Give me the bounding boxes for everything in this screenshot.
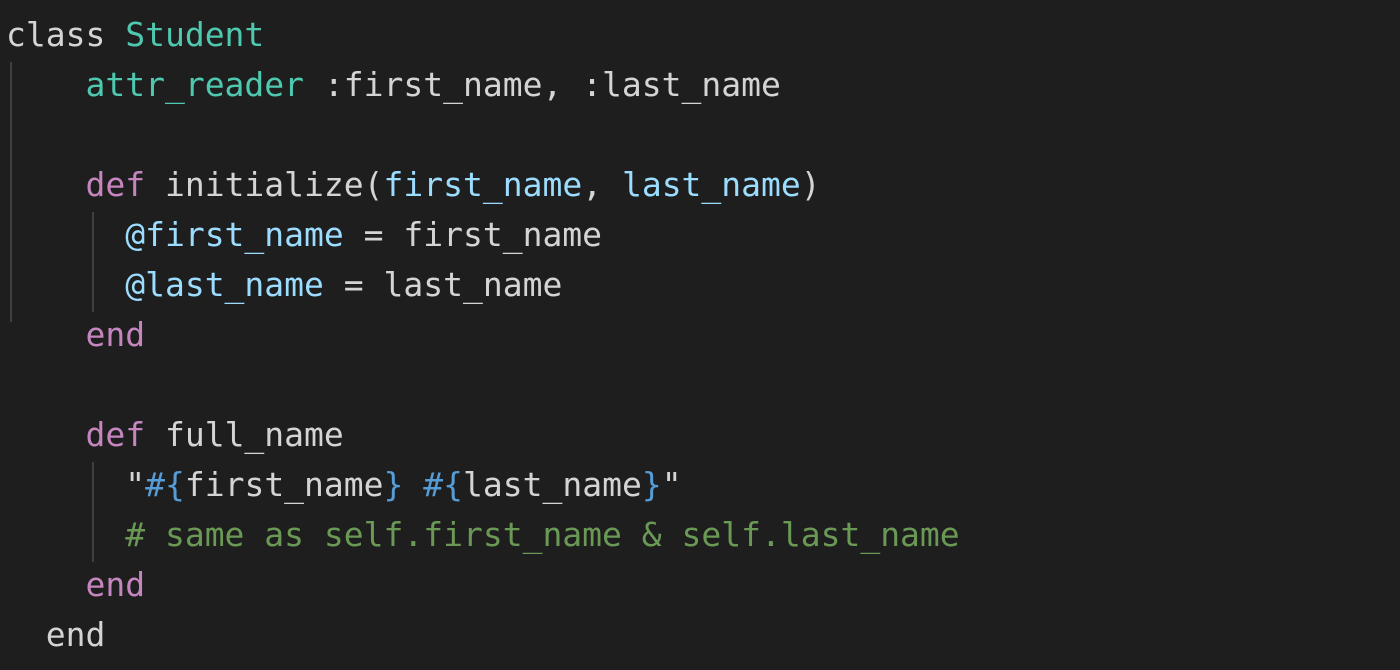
code-token: def [85, 165, 146, 204]
code-line[interactable]: @last_name = last_name [6, 260, 562, 310]
code-line[interactable]: end [6, 310, 145, 360]
code-editor[interactable]: class Student attr_reader :first_name, :… [0, 0, 1400, 670]
code-line[interactable]: attr_reader :first_name, :last_name [6, 60, 781, 110]
code-token: Student [125, 15, 265, 54]
code-token: #{ [423, 465, 464, 504]
code-token: attr_reader [85, 65, 305, 104]
code-line[interactable]: end [6, 560, 145, 610]
code-token: = last_name [323, 265, 563, 304]
code-token: # same as self.first_name & self.last_na… [125, 515, 960, 554]
code-token: end [45, 615, 106, 654]
code-token: end [85, 565, 146, 604]
code-token: last_name [621, 165, 801, 204]
code-line[interactable]: @first_name = first_name [6, 210, 602, 260]
code-token: class [6, 15, 106, 54]
code-token: last_name [463, 465, 642, 504]
code-line[interactable]: class Student [6, 10, 264, 60]
code-token: first_name [383, 165, 583, 204]
code-token: , [582, 165, 622, 204]
code-token: @first_name [125, 215, 344, 254]
code-token: " [125, 465, 146, 504]
code-token: } [383, 465, 404, 504]
code-token: first_name [184, 465, 384, 504]
code-token: " [661, 465, 682, 504]
code-token: full_name [145, 415, 344, 454]
code-token: def [85, 415, 146, 454]
code-line[interactable]: end [6, 610, 106, 660]
code-token: = first_name [343, 215, 603, 254]
code-token: ) [800, 165, 821, 204]
code-token: #{ [145, 465, 185, 504]
code-token: :first_name, :last_name [304, 65, 781, 104]
code-token: @last_name [125, 265, 324, 304]
code-line[interactable]: def initialize(first_name, last_name) [6, 160, 821, 210]
code-token: initialize( [145, 165, 384, 204]
code-line[interactable]: # same as self.first_name & self.last_na… [6, 510, 960, 560]
code-token: } [641, 465, 662, 504]
code-line[interactable]: def full_name [6, 410, 344, 460]
code-line[interactable]: "#{first_name} #{last_name}" [6, 460, 682, 510]
code-token: end [85, 315, 146, 354]
